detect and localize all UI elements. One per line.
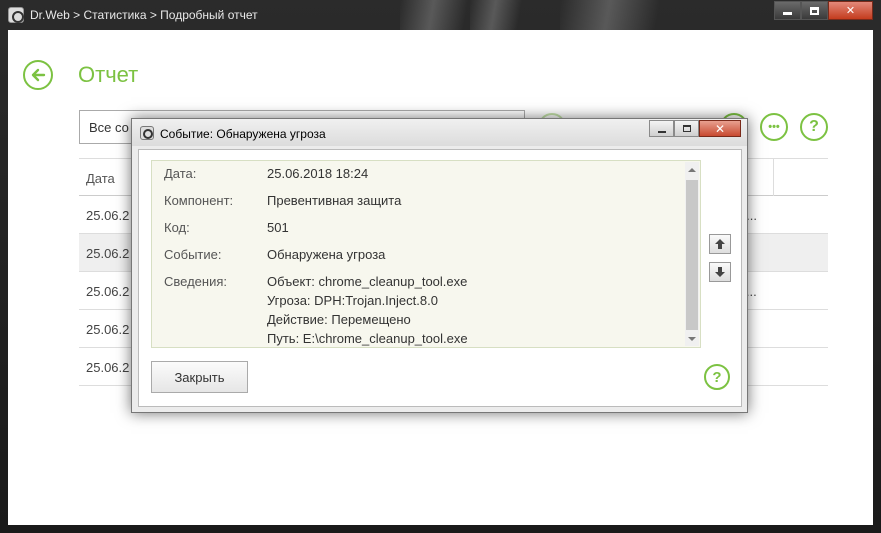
minimize-icon: [657, 130, 666, 133]
maximize-button[interactable]: [801, 1, 828, 20]
help-icon[interactable]: ?: [800, 113, 828, 141]
details-threat: Угроза: DPH:Trojan.Inject.8.0: [267, 293, 438, 308]
date-value: 25.06.2018 18:24: [267, 166, 369, 181]
code-label: Код:: [164, 220, 190, 235]
details-label: Сведения:: [164, 274, 228, 289]
more-options-icon[interactable]: •••: [760, 113, 788, 141]
page-title: Отчет: [78, 62, 139, 87]
code-value: 501: [267, 220, 289, 235]
arrow-down-icon: [715, 267, 725, 277]
event-dialog: Событие: Обнаружена угроза ✕ Дата: 25.06…: [131, 118, 748, 413]
row-date: 25.06.2: [86, 322, 130, 337]
details-action: Действие: Перемещено: [267, 312, 411, 327]
column-divider: [773, 159, 774, 196]
close-window-button[interactable]: ✕: [828, 1, 873, 20]
aero-decoration: [470, 0, 530, 30]
dialog-body: Дата: 25.06.2018 18:24 Компонент: Превен…: [138, 149, 742, 407]
previous-event-button[interactable]: [709, 234, 731, 254]
back-button[interactable]: [23, 60, 53, 90]
drweb-dialog-icon: [140, 126, 154, 140]
minimize-icon: [783, 12, 792, 15]
event-info-panel: Дата: 25.06.2018 18:24 Компонент: Превен…: [151, 160, 701, 348]
dialog-close-button[interactable]: ✕: [699, 120, 741, 137]
row-date: 25.06.2: [86, 246, 130, 261]
drweb-app-icon[interactable]: [8, 7, 24, 23]
window-title: Dr.Web > Статистика > Подробный отчет: [30, 8, 258, 22]
close-icon: ✕: [714, 121, 726, 136]
column-header-date[interactable]: Дата: [86, 171, 115, 186]
scroll-thumb[interactable]: [686, 180, 698, 330]
close-icon: ✕: [845, 5, 856, 17]
dialog-title-bar: Событие: Обнаружена угроза ✕: [132, 119, 747, 146]
scroll-up-icon[interactable]: [688, 168, 696, 172]
dialog-minimize-button[interactable]: [649, 120, 674, 137]
arrow-up-icon: [715, 239, 725, 249]
aero-decoration: [400, 0, 480, 30]
event-label: Событие:: [164, 247, 222, 262]
details-path: Путь: E:\chrome_cleanup_tool.exe: [267, 331, 468, 346]
next-event-button[interactable]: [709, 262, 731, 282]
maximize-icon: [682, 125, 691, 132]
component-label: Компонент:: [164, 193, 234, 208]
dialog-help-icon[interactable]: ?: [704, 364, 730, 390]
scroll-down-icon[interactable]: [688, 337, 696, 341]
back-arrow-icon: [31, 68, 46, 82]
row-date: 25.06.2: [86, 208, 130, 223]
date-label: Дата:: [164, 166, 197, 181]
filter-value: Все со: [89, 120, 129, 135]
minimize-button[interactable]: [774, 1, 801, 20]
component-value: Превентивная защита: [267, 193, 402, 208]
details-object: Объект: chrome_cleanup_tool.exe: [267, 274, 468, 289]
dialog-controls: ✕: [649, 120, 741, 137]
row-date: 25.06.2: [86, 284, 130, 299]
info-scrollbar[interactable]: [685, 162, 699, 346]
close-button[interactable]: Закрыть: [151, 361, 248, 393]
maximize-icon: [810, 6, 819, 15]
window-controls: ✕: [774, 1, 873, 20]
dialog-title: Событие: Обнаружена угроза: [160, 127, 326, 141]
title-bar: Dr.Web > Статистика > Подробный отчет ✕: [0, 0, 881, 30]
aero-decoration: [560, 0, 680, 30]
dialog-maximize-button[interactable]: [674, 120, 699, 137]
row-date: 25.06.2: [86, 360, 130, 375]
event-value: Обнаружена угроза: [267, 247, 386, 262]
